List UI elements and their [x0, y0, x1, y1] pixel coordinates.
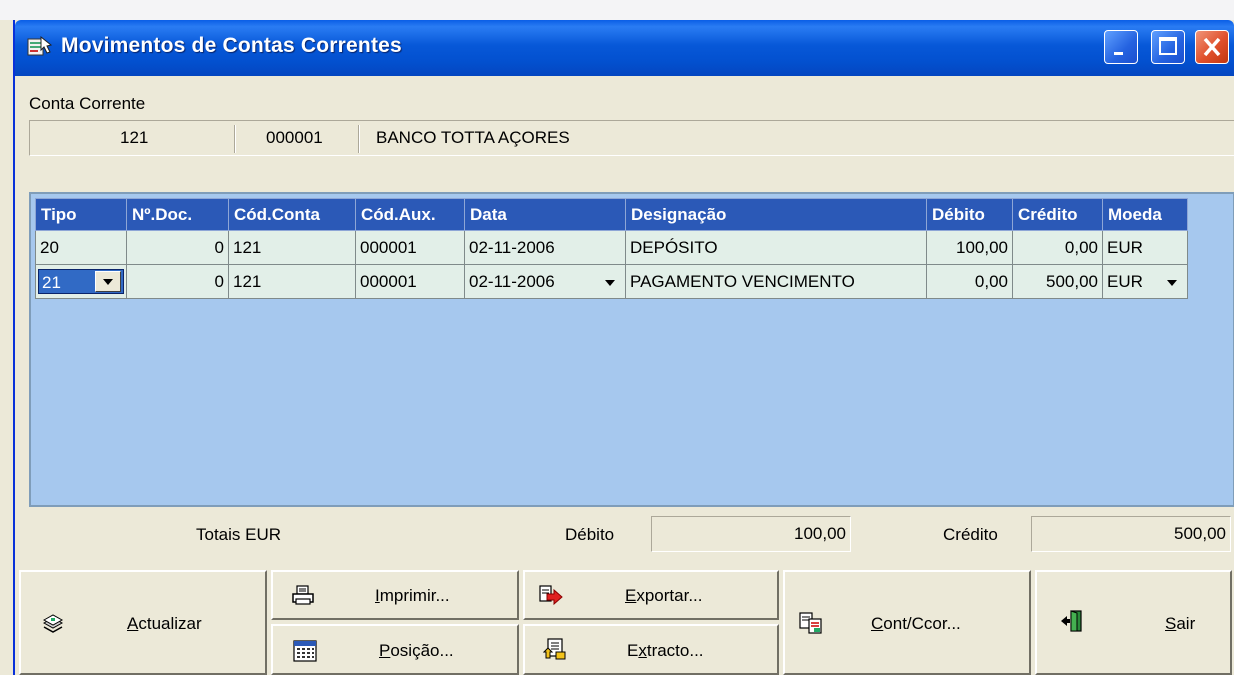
- maximize-icon: [1159, 37, 1177, 55]
- exportar-label: Exportar...: [625, 586, 703, 605]
- actualizar-label: Actualizar: [127, 614, 202, 633]
- title-bar[interactable]: Movimentos de Contas Correntes: [15, 20, 1234, 76]
- cell-credito[interactable]: 0,00: [1012, 230, 1103, 265]
- sair-button[interactable]: Sair: [1035, 570, 1232, 675]
- exit-door-icon: [1059, 610, 1083, 632]
- debit-total-label: Débito: [565, 525, 615, 544]
- exportar-button[interactable]: Exportar...: [523, 570, 779, 620]
- cell-aux[interactable]: 000001: [355, 264, 465, 299]
- table-row[interactable]: 20 0 121 000001 02-11-2006 DEPÓSITO 100,…: [35, 230, 1188, 265]
- cell-moeda-combo[interactable]: EUR: [1102, 264, 1188, 299]
- imprimir-button[interactable]: Imprimir...: [271, 570, 519, 620]
- data-combo-value: 02-11-2006: [469, 271, 555, 291]
- cell-debito[interactable]: 100,00: [926, 230, 1013, 265]
- minimize-button[interactable]: [1104, 30, 1138, 64]
- cell-tipo[interactable]: 20: [35, 230, 127, 265]
- posicao-label: Posição...: [379, 641, 454, 660]
- column-header-credito[interactable]: Crédito: [1012, 198, 1103, 231]
- close-icon: [1203, 37, 1221, 57]
- cont-ccor-label: Cont/Ccor...: [871, 614, 961, 633]
- cell-tipo-editor[interactable]: 21: [35, 264, 127, 299]
- cell-moeda[interactable]: EUR: [1102, 230, 1188, 265]
- export-arrow-icon: [539, 584, 563, 606]
- moeda-combo-value: EUR: [1107, 271, 1143, 291]
- totals-label: Totais EUR: [196, 525, 282, 544]
- account-label: Conta Corrente: [29, 94, 146, 113]
- actualizar-button[interactable]: Actualizar: [19, 570, 267, 675]
- account-code: 121: [120, 128, 149, 147]
- statement-icon: [542, 638, 567, 660]
- cell-ndoc[interactable]: 0: [126, 264, 229, 299]
- column-header-moeda[interactable]: Moeda: [1102, 198, 1188, 231]
- column-header-debito[interactable]: Débito: [926, 198, 1013, 231]
- table-header-row: Tipo Nº.Doc. Cód.Conta Cód.Aux. Data Des…: [35, 198, 1188, 231]
- close-button[interactable]: [1195, 30, 1229, 64]
- calculator-icon: [293, 640, 317, 662]
- column-header-tipo[interactable]: Tipo: [35, 198, 127, 231]
- cell-ndoc[interactable]: 0: [126, 230, 229, 265]
- app-window-icon: [27, 35, 53, 59]
- credit-total-label: Crédito: [943, 525, 998, 544]
- cell-aux[interactable]: 000001: [355, 230, 465, 265]
- maximize-button[interactable]: [1151, 30, 1185, 64]
- cell-conta[interactable]: 121: [228, 264, 356, 299]
- cell-debito[interactable]: 0,00: [926, 264, 1013, 299]
- tipo-selected-value: 21: [42, 273, 61, 292]
- account-divider: [234, 125, 236, 153]
- credit-total-field: 500,00: [1031, 516, 1231, 552]
- account-transfer-icon: [799, 612, 823, 634]
- column-header-ndoc[interactable]: Nº.Doc.: [126, 198, 229, 231]
- cont-ccor-button[interactable]: Cont/Ccor...: [783, 570, 1031, 675]
- extracto-button[interactable]: Extracto...: [523, 624, 779, 675]
- table-row[interactable]: 21 0 121 000001 02-11-2006 PAGAMENTO VEN…: [35, 264, 1188, 299]
- account-name: BANCO TOTTA AÇORES: [376, 128, 570, 147]
- account-display: 121 000001 BANCO TOTTA AÇORES: [29, 120, 1234, 156]
- chevron-down-icon[interactable]: [605, 279, 615, 286]
- cell-designacao[interactable]: DEPÓSITO: [625, 230, 927, 265]
- chevron-down-icon: [103, 279, 113, 285]
- posicao-button[interactable]: Posição...: [271, 624, 519, 675]
- column-header-data[interactable]: Data: [464, 198, 626, 231]
- data-combo[interactable]: 02-11-2006: [469, 272, 621, 292]
- column-header-aux[interactable]: Cód.Aux.: [355, 198, 465, 231]
- movements-grid[interactable]: Tipo Nº.Doc. Cód.Conta Cód.Aux. Data Des…: [29, 192, 1234, 507]
- account-aux: 000001: [266, 128, 323, 147]
- cell-credito[interactable]: 500,00: [1012, 264, 1103, 299]
- cell-data-combo[interactable]: 02-11-2006: [464, 264, 626, 299]
- main-window: Movimentos de Contas Correntes Conta Cor…: [13, 20, 1234, 675]
- chevron-down-icon[interactable]: [1167, 279, 1177, 286]
- account-divider: [358, 125, 360, 153]
- tipo-dropdown[interactable]: 21: [38, 269, 124, 294]
- minimize-icon: [1114, 52, 1123, 55]
- cell-designacao[interactable]: PAGAMENTO VENCIMENTO: [625, 264, 927, 299]
- imprimir-label: Imprimir...: [375, 586, 450, 605]
- column-header-conta[interactable]: Cód.Conta: [228, 198, 356, 231]
- tipo-dropdown-button[interactable]: [95, 271, 121, 292]
- movements-table: Tipo Nº.Doc. Cód.Conta Cód.Aux. Data Des…: [35, 198, 1188, 299]
- refresh-stack-icon: [41, 613, 65, 635]
- moeda-combo[interactable]: EUR: [1107, 272, 1183, 292]
- extracto-label: Extracto...: [627, 641, 704, 660]
- debit-total-field: 100,00: [651, 516, 851, 552]
- cell-conta[interactable]: 121: [228, 230, 356, 265]
- cell-data[interactable]: 02-11-2006: [464, 230, 626, 265]
- background-strip: [0, 0, 1234, 20]
- printer-icon: [291, 585, 315, 607]
- window-title: Movimentos de Contas Correntes: [61, 34, 402, 57]
- column-header-designacao[interactable]: Designação: [625, 198, 927, 231]
- sair-label: Sair: [1165, 614, 1196, 633]
